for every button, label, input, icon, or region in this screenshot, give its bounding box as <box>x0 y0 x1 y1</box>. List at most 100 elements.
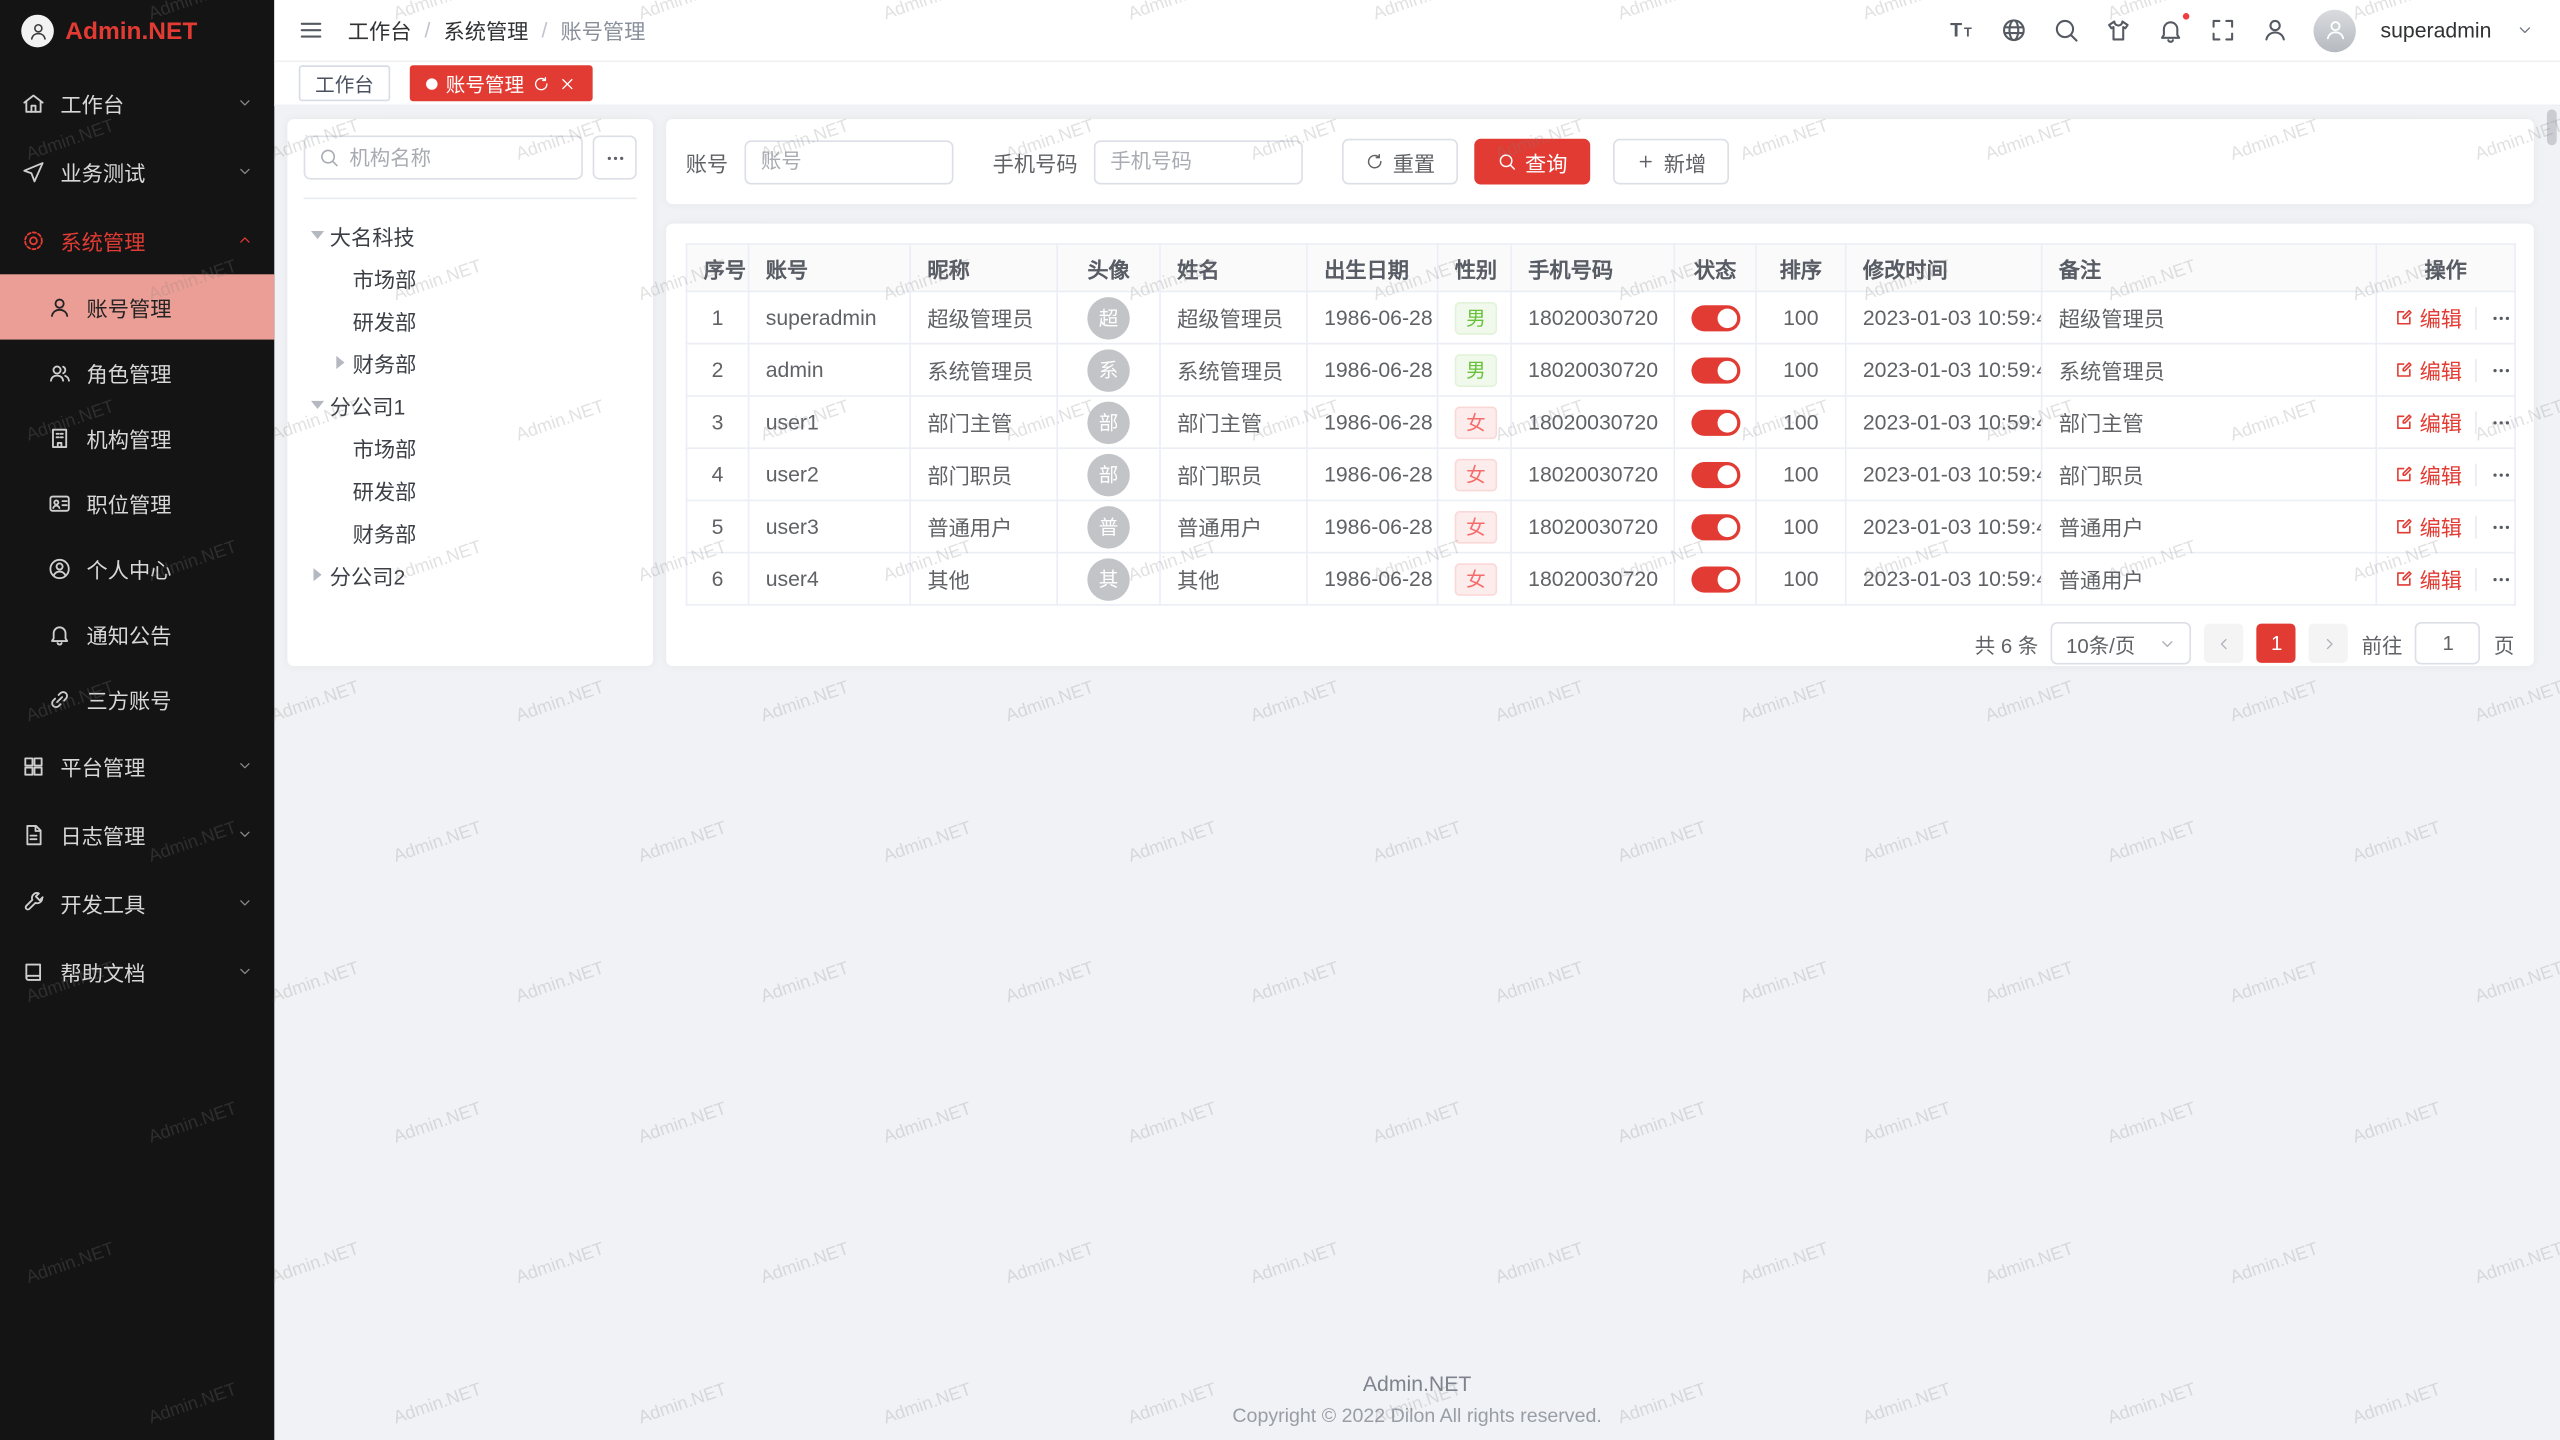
edit-button[interactable]: 编辑 <box>2393 302 2475 333</box>
tab-account-management[interactable]: 账号管理 <box>410 65 593 101</box>
cell-birth: 1986-06-28 <box>1307 500 1438 552</box>
content: 大名科技市场部研发部财务部分公司1市场部研发部财务部分公司2 账号 手机号码 重… <box>274 106 2560 1440</box>
page-1-button[interactable]: 1 <box>2257 624 2296 663</box>
cell-remark: 普通用户 <box>2042 500 2377 552</box>
table-header-row: 序号账号昵称头像姓名出生日期性别手机号码状态排序修改时间备注操作 <box>687 244 2516 291</box>
next-page-button[interactable] <box>2309 624 2348 663</box>
tree-node[interactable]: 研发部 <box>304 299 637 341</box>
tree-node[interactable]: 财务部 <box>304 341 637 383</box>
sidebar-item-account-management[interactable]: 账号管理 <box>0 274 274 339</box>
column-header: 修改时间 <box>1846 244 2042 291</box>
sidebar-item-help-docs[interactable]: 帮助文档 <box>0 937 274 1006</box>
table-row: 2admin系统管理员系系统管理员1986-06-28男180200307201… <box>687 344 2516 396</box>
font-size-icon[interactable]: TT <box>1948 16 1976 44</box>
sidebar-item-workbench[interactable]: 工作台 <box>0 69 274 138</box>
theme-icon[interactable] <box>2105 16 2133 44</box>
goto-page-input[interactable] <box>2415 622 2480 664</box>
role-icon <box>47 360 71 384</box>
tree-node[interactable]: 市场部 <box>304 426 637 468</box>
profile-icon[interactable] <box>2261 16 2289 44</box>
edit-button[interactable]: 编辑 <box>2393 511 2475 542</box>
more-actions-button[interactable] <box>2475 411 2513 434</box>
gear-icon <box>21 228 45 252</box>
refresh-icon[interactable] <box>532 74 550 92</box>
fullscreen-icon[interactable] <box>2209 16 2237 44</box>
footer-title: Admin.NET <box>274 1371 2560 1395</box>
tab-workbench[interactable]: 工作台 <box>299 65 390 101</box>
org-search-input[interactable] <box>349 146 568 169</box>
cell-status <box>1674 344 1756 396</box>
avatar[interactable] <box>2314 9 2356 51</box>
search-icon[interactable] <box>2052 16 2080 44</box>
user-menu-chevron-icon[interactable] <box>2516 21 2534 39</box>
edit-button[interactable]: 编辑 <box>2393 407 2475 438</box>
sidebar-item-role-management[interactable]: 角色管理 <box>0 340 274 405</box>
profile-icon <box>2323 18 2347 42</box>
sidebar-item-personal-center[interactable]: 个人中心 <box>0 536 274 601</box>
status-toggle[interactable] <box>1691 566 1740 592</box>
globe-icon[interactable] <box>2000 16 2028 44</box>
breadcrumb-item[interactable]: 系统管理 <box>443 15 528 46</box>
add-button[interactable]: 新增 <box>1613 139 1729 185</box>
close-icon[interactable] <box>558 74 576 92</box>
status-toggle[interactable] <box>1691 514 1740 540</box>
bell-icon[interactable] <box>2157 16 2185 44</box>
tree-node-label: 大名科技 <box>330 220 415 251</box>
sidebar-item-system-management[interactable]: 系统管理 <box>0 206 274 275</box>
reset-button[interactable]: 重置 <box>1342 139 1458 185</box>
tree-node[interactable]: 大名科技 <box>304 214 637 256</box>
sidebar-item-log-management[interactable]: 日志管理 <box>0 800 274 869</box>
username[interactable]: superadmin <box>2381 18 2492 42</box>
tree-caret-icon <box>304 568 330 581</box>
sidebar-item-org-management[interactable]: 机构管理 <box>0 405 274 470</box>
page-size-select[interactable]: 10条/页 <box>2051 622 2191 664</box>
edit-button[interactable]: 编辑 <box>2393 459 2475 490</box>
tree-node[interactable]: 分公司1 <box>304 384 637 426</box>
menu-collapse-button[interactable] <box>297 16 325 44</box>
breadcrumb-item[interactable]: 工作台 <box>348 15 412 46</box>
more-actions-button[interactable] <box>2475 358 2513 381</box>
query-panel: 账号 手机号码 重置 查询 新增 <box>666 119 2534 204</box>
cell-no: 4 <box>687 448 749 500</box>
status-toggle[interactable] <box>1691 409 1740 435</box>
search-button[interactable]: 查询 <box>1474 139 1590 185</box>
gender-badge: 女 <box>1455 510 1497 543</box>
tree-node[interactable]: 研发部 <box>304 469 637 511</box>
column-header: 头像 <box>1057 244 1160 291</box>
sidebar-item-business-test[interactable]: 业务测试 <box>0 137 274 206</box>
pagination-total: 共 6 条 <box>1975 628 2039 659</box>
more-actions-button[interactable] <box>2475 567 2513 590</box>
sidebar-item-position-management[interactable]: 职位管理 <box>0 470 274 535</box>
prev-page-button[interactable] <box>2205 624 2244 663</box>
logo-icon <box>21 15 54 48</box>
more-actions-button[interactable] <box>2475 515 2513 538</box>
cell-sort: 100 <box>1756 396 1846 448</box>
edit-button[interactable]: 编辑 <box>2393 563 2475 594</box>
breadcrumb-separator: / <box>541 18 547 42</box>
account-input[interactable] <box>745 140 954 184</box>
status-toggle[interactable] <box>1691 357 1740 383</box>
more-actions-button[interactable] <box>2475 306 2513 329</box>
sidebar-item-dev-tools[interactable]: 开发工具 <box>0 869 274 938</box>
phone-input[interactable] <box>1094 140 1303 184</box>
tree-node[interactable]: 财务部 <box>304 511 637 553</box>
edit-button[interactable]: 编辑 <box>2393 354 2475 385</box>
cell-name: 普通用户 <box>1160 500 1307 552</box>
cell-account: user1 <box>749 396 911 448</box>
tree-node[interactable]: 分公司2 <box>304 553 637 595</box>
more-icon <box>2490 411 2513 434</box>
cell-phone: 18020030720 <box>1511 291 1674 343</box>
sidebar-item-third-party-account[interactable]: 三方账号 <box>0 666 274 731</box>
sidebar-item-platform-management[interactable]: 平台管理 <box>0 731 274 800</box>
status-toggle[interactable] <box>1691 305 1740 331</box>
sidebar: Admin.NET 工作台业务测试系统管理账号管理角色管理机构管理职位管理个人中… <box>0 0 274 1440</box>
sidebar-item-notice-announcement[interactable]: 通知公告 <box>0 601 274 666</box>
fullscreen-icon <box>2209 16 2237 44</box>
tree-node[interactable]: 市场部 <box>304 256 637 298</box>
scrollbar-thumb[interactable] <box>2547 109 2557 145</box>
edit-icon <box>2393 464 2414 485</box>
cell-sort: 100 <box>1756 448 1846 500</box>
status-toggle[interactable] <box>1691 462 1740 488</box>
org-more-button[interactable] <box>593 136 637 180</box>
more-actions-button[interactable] <box>2475 463 2513 486</box>
